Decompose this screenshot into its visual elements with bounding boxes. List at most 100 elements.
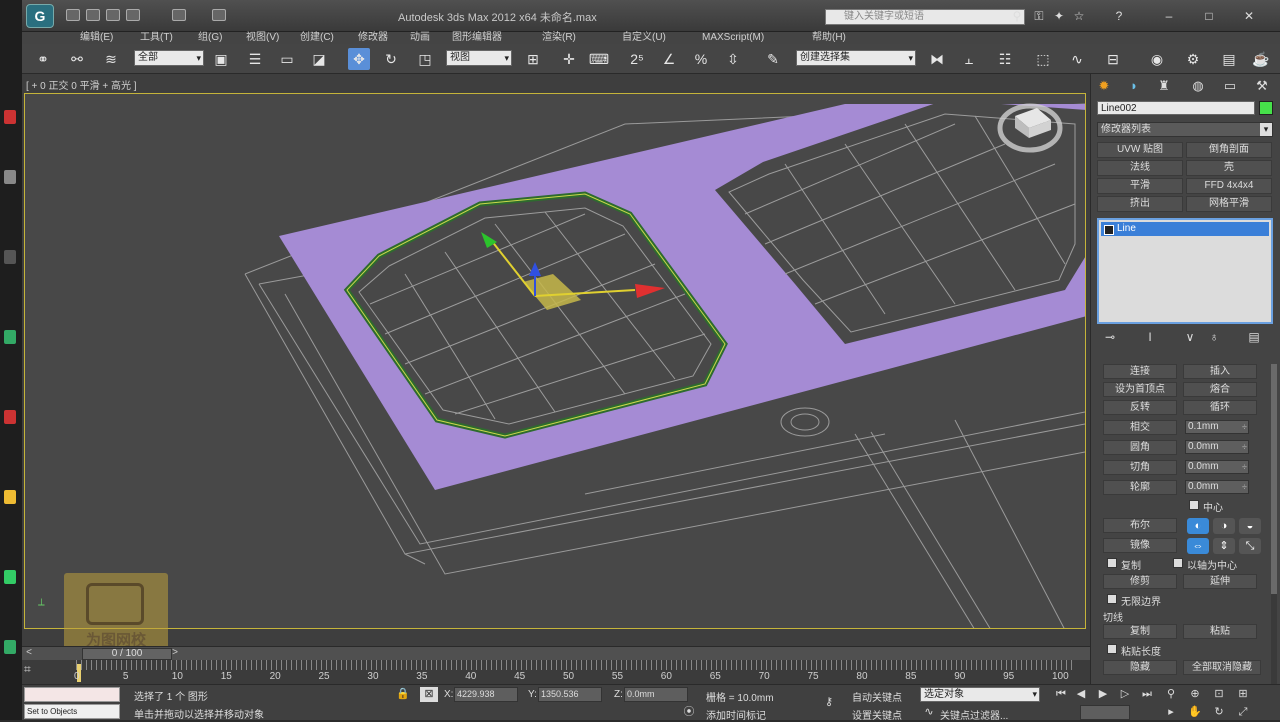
- menu-tools[interactable]: 工具(T): [140, 32, 173, 44]
- trim-button[interactable]: 修剪: [1103, 574, 1177, 589]
- cycle-button[interactable]: 循环: [1183, 400, 1257, 415]
- subscription-icon[interactable]: ⚿: [1032, 9, 1046, 23]
- chamfer-spinner[interactable]: 0.0mm: [1185, 460, 1249, 474]
- menu-modifiers[interactable]: 修改器: [358, 32, 388, 44]
- normal-button[interactable]: 法线: [1097, 160, 1183, 176]
- render-production-icon[interactable]: ☕: [1250, 48, 1272, 70]
- modify-tab-icon[interactable]: ◗: [1123, 77, 1145, 95]
- app-logo-icon[interactable]: G: [26, 4, 54, 28]
- mirror-both-icon[interactable]: ⤡: [1239, 538, 1261, 554]
- outline-spinner[interactable]: 0.0mm: [1185, 480, 1249, 494]
- maximize-viewport-icon[interactable]: ⤢: [1234, 705, 1252, 720]
- edit-named-selection-icon[interactable]: ✎: [762, 48, 784, 70]
- select-by-name-icon[interactable]: ☰: [244, 48, 266, 70]
- zoom-extents-icon[interactable]: ⊡: [1210, 687, 1228, 702]
- percent-snap-icon[interactable]: %: [690, 48, 712, 70]
- keyboard-shortcut-toggle-icon[interactable]: ⌨: [588, 48, 610, 70]
- pan-icon[interactable]: ✋: [1186, 705, 1204, 720]
- menu-views[interactable]: 视图(V): [246, 32, 279, 44]
- menu-maxscript[interactable]: MAXScript(M): [702, 32, 764, 44]
- configure-sets-icon[interactable]: ▤: [1245, 330, 1263, 346]
- y-coordinate-field[interactable]: 1350.536: [538, 687, 602, 702]
- menu-edit[interactable]: 编辑(E): [80, 32, 113, 44]
- help-icon[interactable]: ?: [1112, 9, 1126, 23]
- smooth-button[interactable]: 平滑: [1097, 178, 1183, 194]
- boolean-union-icon[interactable]: ◐: [1187, 518, 1209, 534]
- make-unique-icon[interactable]: ∨: [1181, 330, 1199, 346]
- absolute-mode-icon[interactable]: ⊠: [420, 687, 438, 702]
- extrude-button[interactable]: 挤出: [1097, 196, 1183, 212]
- open-file-icon[interactable]: [86, 9, 100, 21]
- pivot-center-icon[interactable]: ⊞: [522, 48, 544, 70]
- selection-filter-select[interactable]: 全部: [134, 50, 204, 66]
- zoom-icon[interactable]: ⚲: [1162, 687, 1180, 702]
- insert-button[interactable]: 插入: [1183, 364, 1257, 379]
- time-tag-icon[interactable]: ⦿: [680, 705, 698, 720]
- schematic-view-icon[interactable]: ⊟: [1102, 48, 1124, 70]
- key-icon[interactable]: ⚷: [814, 695, 844, 710]
- show-end-result-icon[interactable]: I: [1141, 330, 1159, 346]
- zoom-all-icon[interactable]: ⊕: [1186, 687, 1204, 702]
- project-folder-icon[interactable]: [212, 9, 226, 21]
- favorites-icon[interactable]: ☆: [1072, 9, 1086, 23]
- mini-curve-editor-icon[interactable]: ⌗: [24, 662, 48, 680]
- time-slider-thumb[interactable]: 0 / 100: [82, 648, 172, 660]
- field-of-view-icon[interactable]: ▸: [1162, 705, 1180, 720]
- select-object-icon[interactable]: ▣: [210, 48, 232, 70]
- next-key-icon[interactable]: ▷: [1116, 687, 1134, 702]
- graphite-ribbon-icon[interactable]: ⬚: [1032, 48, 1054, 70]
- shell-button[interactable]: 壳: [1186, 160, 1272, 176]
- hierarchy-tab-icon[interactable]: ♜: [1153, 77, 1175, 95]
- menu-animation[interactable]: 动画: [410, 32, 430, 44]
- extend-button[interactable]: 延伸: [1183, 574, 1257, 589]
- stack-item-line[interactable]: Line: [1101, 222, 1269, 236]
- center-checkbox[interactable]: [1189, 500, 1199, 510]
- redo-icon[interactable]: [172, 9, 186, 21]
- render-setup-icon[interactable]: ⚙: [1182, 48, 1204, 70]
- select-and-scale-icon[interactable]: ◳: [414, 48, 436, 70]
- play-icon[interactable]: ▶: [1094, 687, 1112, 702]
- mirror-button[interactable]: 镜像: [1103, 538, 1177, 553]
- tangent-paste-button[interactable]: 粘贴: [1183, 624, 1257, 639]
- layer-manager-icon[interactable]: ☷: [994, 48, 1016, 70]
- close-icon[interactable]: ✕: [1242, 9, 1256, 23]
- fuse-button[interactable]: 熔合: [1183, 382, 1257, 397]
- undo-icon[interactable]: [126, 9, 140, 21]
- maximize-icon[interactable]: □: [1202, 9, 1216, 23]
- snaps-toggle-icon[interactable]: 2⁵: [626, 48, 648, 70]
- infinite-bounds-checkbox[interactable]: [1107, 594, 1117, 604]
- z-coordinate-field[interactable]: 0.0mm: [624, 687, 688, 702]
- select-and-manipulate-icon[interactable]: ✛: [558, 48, 580, 70]
- object-color-swatch[interactable]: [1259, 101, 1273, 115]
- menu-rendering[interactable]: 渲染(R): [542, 32, 576, 44]
- maxscript-output[interactable]: Set to Objects: [24, 704, 120, 719]
- menu-create[interactable]: 创建(C): [300, 32, 334, 44]
- ffd-button[interactable]: FFD 4x4x4: [1186, 178, 1272, 194]
- minimize-icon[interactable]: –: [1162, 9, 1176, 23]
- unlink-icon[interactable]: ⚯: [66, 48, 88, 70]
- menu-help[interactable]: 帮助(H): [812, 32, 846, 44]
- mirror-vertical-icon[interactable]: ⇕: [1213, 538, 1235, 554]
- previous-key-icon[interactable]: ◀: [1072, 687, 1090, 702]
- new-file-icon[interactable]: [66, 9, 80, 21]
- menu-graph-editors[interactable]: 图形编辑器: [452, 32, 502, 44]
- align-icon[interactable]: ⫠: [958, 48, 980, 70]
- mirror-horizontal-icon[interactable]: ⇔: [1187, 538, 1209, 554]
- save-file-icon[interactable]: [106, 9, 120, 21]
- perspective-viewport[interactable]: [24, 93, 1086, 629]
- maxscript-listener-input[interactable]: [24, 687, 120, 702]
- meshsmooth-button[interactable]: 网格平滑: [1186, 196, 1272, 212]
- reference-coordinate-select[interactable]: 视图: [446, 50, 512, 66]
- menu-customize[interactable]: 自定义(U): [622, 32, 666, 44]
- menu-group[interactable]: 组(G): [198, 32, 222, 44]
- angle-snap-icon[interactable]: ∠: [658, 48, 680, 70]
- crossinsert-spinner[interactable]: 0.1mm: [1185, 420, 1249, 434]
- fillet-spinner[interactable]: 0.0mm: [1185, 440, 1249, 454]
- panel-scroll-thumb[interactable]: [1271, 364, 1277, 594]
- orbit-icon[interactable]: ↻: [1210, 705, 1228, 720]
- prev-frame-icon[interactable]: <: [22, 647, 36, 661]
- connect-button[interactable]: 连接: [1103, 364, 1177, 379]
- motion-tab-icon[interactable]: ◍: [1187, 77, 1209, 95]
- go-to-end-icon[interactable]: ⏭: [1138, 687, 1156, 702]
- display-tab-icon[interactable]: ▭: [1219, 77, 1241, 95]
